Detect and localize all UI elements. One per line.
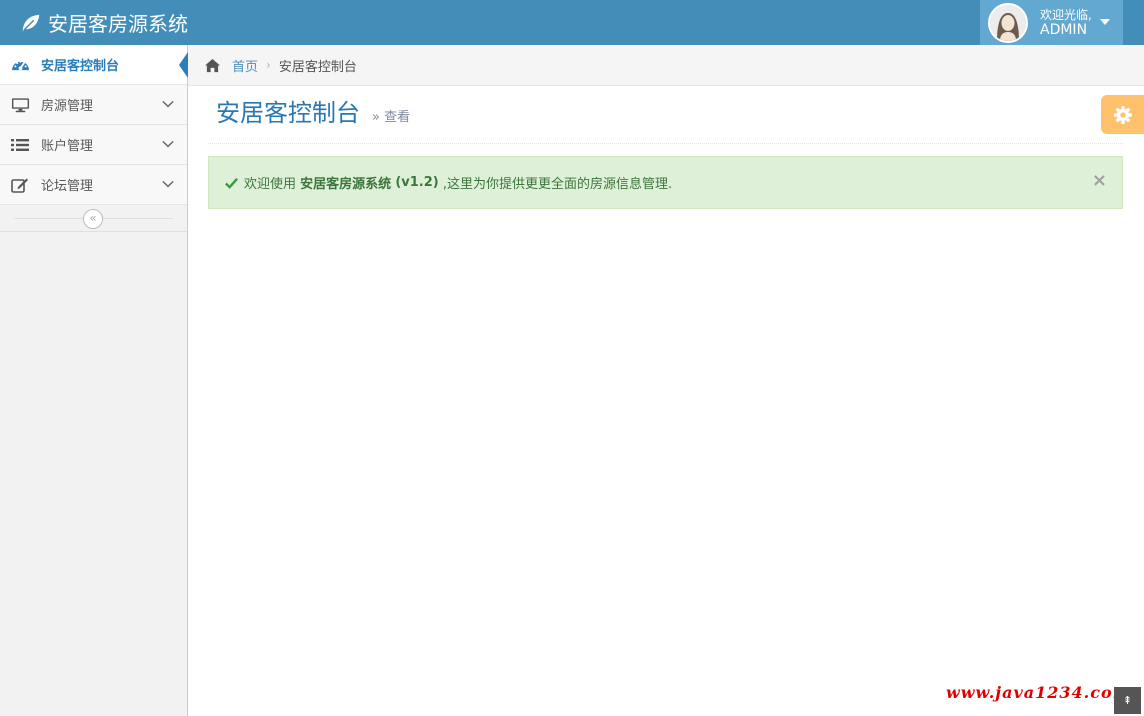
breadcrumb-separator: › — [266, 58, 271, 72]
sidebar-collapse-bar: « — [0, 205, 187, 232]
alert-version: (v1.2) — [395, 175, 439, 190]
sidebar-collapse-button[interactable]: « — [83, 209, 103, 229]
back-to-top-button[interactable]: ⇞ — [1114, 687, 1141, 714]
chevron-down-icon — [162, 100, 174, 108]
welcome-alert: 欢迎使用 安居客房源系统 (v1.2) ,这里为你提供更更全面的房源信息管理. … — [208, 156, 1123, 209]
sidebar-item-forum[interactable]: 论坛管理 — [0, 165, 187, 205]
page-header: 安居客控制台 » 查看 — [208, 86, 1123, 144]
user-menu[interactable]: 欢迎光临, ADMIN — [980, 0, 1123, 45]
chevron-down-icon — [162, 180, 174, 188]
subtitle-text: 查看 — [384, 110, 411, 125]
caret-down-icon — [1100, 19, 1110, 25]
check-icon — [225, 177, 238, 189]
alert-text-before: 欢迎使用 — [244, 177, 297, 192]
page-subtitle: » 查看 — [372, 106, 410, 125]
home-icon[interactable] — [204, 58, 221, 73]
alert-product: 安居客房源系统 — [300, 177, 392, 192]
list-icon — [10, 137, 30, 153]
sidebar-item-label: 安居客控制台 — [41, 59, 120, 74]
sidebar-item-accounts[interactable]: 账户管理 — [0, 125, 187, 165]
avatar — [988, 2, 1028, 43]
breadcrumb-home-link[interactable]: 首页 — [232, 56, 258, 75]
desktop-icon — [10, 97, 30, 113]
sidebar-item-listings[interactable]: 房源管理 — [0, 85, 187, 125]
welcome-text: 欢迎光临, — [1040, 7, 1092, 22]
user-info: 欢迎光临, ADMIN — [1040, 8, 1092, 38]
user-name: ADMIN — [1040, 21, 1088, 38]
tachometer-icon — [10, 57, 30, 73]
navbar: 安居客房源系统 欢迎光临, ADMIN — [0, 0, 1144, 45]
edit-icon — [10, 177, 30, 193]
page-title: 安居客控制台 — [216, 99, 360, 127]
brand[interactable]: 安居客房源系统 — [20, 0, 188, 45]
breadcrumb: 首页 › 安居客控制台 — [188, 45, 1144, 86]
breadcrumb-current: 安居客控制台 — [278, 59, 357, 75]
chevron-down-icon — [162, 140, 174, 148]
alert-close-button[interactable]: × — [1092, 172, 1107, 190]
sidebar-item-dashboard[interactable]: 安居客控制台 — [0, 45, 188, 85]
sidebar: 安居客控制台 房源管理 账户管理 论坛管理 « — [0, 45, 188, 716]
subtitle-prefix: » — [372, 110, 380, 125]
sidebar-item-label: 账户管理 — [41, 139, 94, 154]
alert-text-after: ,这里为你提供更更全面的房源信息管理. — [442, 177, 673, 192]
leaf-icon — [22, 14, 40, 31]
app-title: 安居客房源系统 — [48, 12, 188, 36]
watermark: www.java1234.com — [946, 683, 1131, 702]
sidebar-item-label: 房源管理 — [41, 99, 94, 114]
sidebar-item-label: 论坛管理 — [41, 179, 94, 194]
